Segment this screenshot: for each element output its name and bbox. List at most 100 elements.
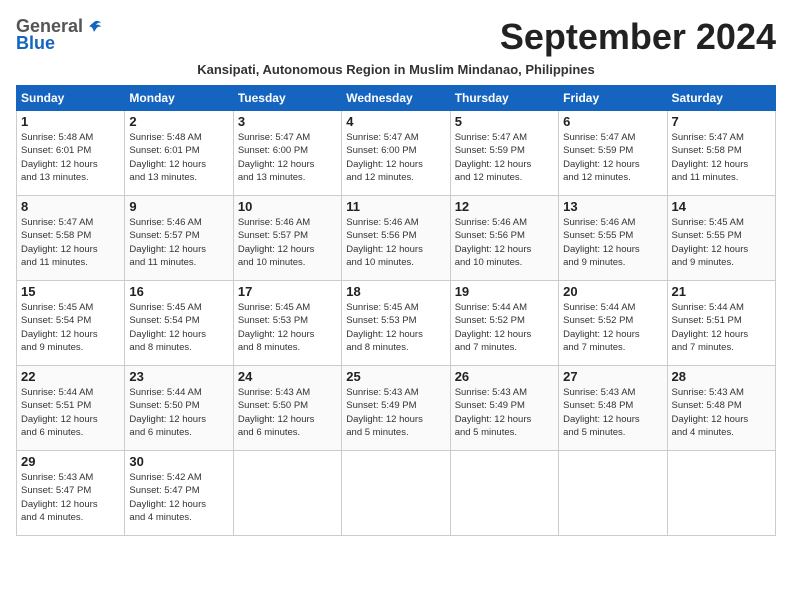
day-info-text: Sunrise: 5:47 AM: [672, 131, 771, 144]
day-number: 14: [672, 199, 771, 214]
day-number: 29: [21, 454, 120, 469]
day-cell-7: 7Sunrise: 5:47 AMSunset: 5:58 PMDaylight…: [667, 111, 775, 196]
day-info-text: Sunset: 5:51 PM: [21, 399, 120, 412]
empty-cell: [667, 451, 775, 536]
day-info-text: and 5 minutes.: [346, 426, 445, 439]
day-info-text: and 11 minutes.: [672, 171, 771, 184]
day-cell-26: 26Sunrise: 5:43 AMSunset: 5:49 PMDayligh…: [450, 366, 558, 451]
day-number: 1: [21, 114, 120, 129]
day-info-text: Sunset: 5:47 PM: [129, 484, 228, 497]
day-info-text: and 7 minutes.: [563, 341, 662, 354]
day-cell-14: 14Sunrise: 5:45 AMSunset: 5:55 PMDayligh…: [667, 196, 775, 281]
day-info-text: Sunrise: 5:45 AM: [672, 216, 771, 229]
day-info-text: Daylight: 12 hours: [563, 158, 662, 171]
day-cell-2: 2Sunrise: 5:48 AMSunset: 6:01 PMDaylight…: [125, 111, 233, 196]
day-info-text: Sunset: 5:53 PM: [238, 314, 337, 327]
day-cell-1: 1Sunrise: 5:48 AMSunset: 6:01 PMDaylight…: [17, 111, 125, 196]
day-info-text: and 10 minutes.: [238, 256, 337, 269]
day-info-text: Daylight: 12 hours: [455, 158, 554, 171]
day-info-text: Sunrise: 5:43 AM: [346, 386, 445, 399]
day-cell-13: 13Sunrise: 5:46 AMSunset: 5:55 PMDayligh…: [559, 196, 667, 281]
day-info-text: Sunset: 5:53 PM: [346, 314, 445, 327]
calendar-table: SundayMondayTuesdayWednesdayThursdayFrid…: [16, 85, 776, 536]
day-number: 3: [238, 114, 337, 129]
day-cell-17: 17Sunrise: 5:45 AMSunset: 5:53 PMDayligh…: [233, 281, 341, 366]
day-info-text: Sunset: 5:48 PM: [563, 399, 662, 412]
day-number: 20: [563, 284, 662, 299]
day-number: 16: [129, 284, 228, 299]
day-info-text: Sunset: 6:01 PM: [129, 144, 228, 157]
day-number: 27: [563, 369, 662, 384]
day-cell-10: 10Sunrise: 5:46 AMSunset: 5:57 PMDayligh…: [233, 196, 341, 281]
day-number: 19: [455, 284, 554, 299]
day-info-text: Sunset: 6:00 PM: [238, 144, 337, 157]
day-number: 17: [238, 284, 337, 299]
day-cell-22: 22Sunrise: 5:44 AMSunset: 5:51 PMDayligh…: [17, 366, 125, 451]
day-info-text: Daylight: 12 hours: [672, 158, 771, 171]
calendar-header-row: SundayMondayTuesdayWednesdayThursdayFrid…: [17, 86, 776, 111]
day-number: 13: [563, 199, 662, 214]
empty-cell: [233, 451, 341, 536]
day-info-text: Sunset: 5:54 PM: [21, 314, 120, 327]
day-info-text: and 12 minutes.: [455, 171, 554, 184]
empty-cell: [450, 451, 558, 536]
header-thursday: Thursday: [450, 86, 558, 111]
day-info-text: Sunrise: 5:43 AM: [563, 386, 662, 399]
header-friday: Friday: [559, 86, 667, 111]
day-info-text: Daylight: 12 hours: [455, 328, 554, 341]
day-info-text: Sunset: 6:00 PM: [346, 144, 445, 157]
day-cell-4: 4Sunrise: 5:47 AMSunset: 6:00 PMDaylight…: [342, 111, 450, 196]
day-number: 21: [672, 284, 771, 299]
day-cell-12: 12Sunrise: 5:46 AMSunset: 5:56 PMDayligh…: [450, 196, 558, 281]
day-cell-11: 11Sunrise: 5:46 AMSunset: 5:56 PMDayligh…: [342, 196, 450, 281]
day-info-text: Sunrise: 5:44 AM: [672, 301, 771, 314]
calendar-week-row: 22Sunrise: 5:44 AMSunset: 5:51 PMDayligh…: [17, 366, 776, 451]
day-info-text: and 11 minutes.: [21, 256, 120, 269]
day-info-text: and 9 minutes.: [563, 256, 662, 269]
day-number: 23: [129, 369, 228, 384]
header-monday: Monday: [125, 86, 233, 111]
day-cell-28: 28Sunrise: 5:43 AMSunset: 5:48 PMDayligh…: [667, 366, 775, 451]
day-info-text: Daylight: 12 hours: [672, 413, 771, 426]
day-info-text: and 13 minutes.: [238, 171, 337, 184]
day-number: 2: [129, 114, 228, 129]
day-number: 15: [21, 284, 120, 299]
day-info-text: Sunset: 5:58 PM: [21, 229, 120, 242]
day-info-text: and 6 minutes.: [238, 426, 337, 439]
day-info-text: Sunrise: 5:43 AM: [21, 471, 120, 484]
day-info-text: and 13 minutes.: [129, 171, 228, 184]
logo-bird-icon: [85, 18, 103, 36]
day-info-text: and 11 minutes.: [129, 256, 228, 269]
day-info-text: and 8 minutes.: [346, 341, 445, 354]
day-info-text: and 8 minutes.: [129, 341, 228, 354]
day-info-text: and 5 minutes.: [563, 426, 662, 439]
day-number: 22: [21, 369, 120, 384]
day-info-text: Daylight: 12 hours: [563, 413, 662, 426]
day-cell-18: 18Sunrise: 5:45 AMSunset: 5:53 PMDayligh…: [342, 281, 450, 366]
day-number: 11: [346, 199, 445, 214]
day-info-text: and 10 minutes.: [346, 256, 445, 269]
day-info-text: and 10 minutes.: [455, 256, 554, 269]
day-info-text: Daylight: 12 hours: [238, 158, 337, 171]
day-number: 8: [21, 199, 120, 214]
calendar-week-row: 1 Sunrise: 5:48 AMSunset: 6:01 PM Daylight…: [17, 111, 776, 196]
day-info-text: Sunrise: 5:44 AM: [455, 301, 554, 314]
day-info-text: Sunrise: 5:48 AM: [129, 131, 228, 144]
day-info-text: Sunrise: 5:42 AM: [129, 471, 228, 484]
day-cell-5: 5Sunrise: 5:47 AMSunset: 5:59 PMDaylight…: [450, 111, 558, 196]
day-info-text: Daylight: 12 hours: [346, 328, 445, 341]
day-info-text: Daylight: 12 hours: [346, 158, 445, 171]
day-info-text: Sunset: 5:56 PM: [346, 229, 445, 242]
day-info-text: Sunrise: 5:47 AM: [455, 131, 554, 144]
day-info-text: and 7 minutes.: [672, 341, 771, 354]
day-info-text: Daylight: 12 hours: [21, 498, 120, 511]
logo: General Blue: [16, 16, 103, 54]
day-number: 26: [455, 369, 554, 384]
logo-blue: Blue: [16, 33, 55, 54]
day-info-text: Daylight: 12 hours: [21, 243, 120, 256]
day-info-text: Daylight: 12 hours: [455, 413, 554, 426]
day-info-text: Sunset: 5:59 PM: [563, 144, 662, 157]
day-info-text: Sunrise: 5:46 AM: [346, 216, 445, 229]
month-title: September 2024: [103, 16, 776, 58]
day-info-text: Sunset: 5:50 PM: [129, 399, 228, 412]
